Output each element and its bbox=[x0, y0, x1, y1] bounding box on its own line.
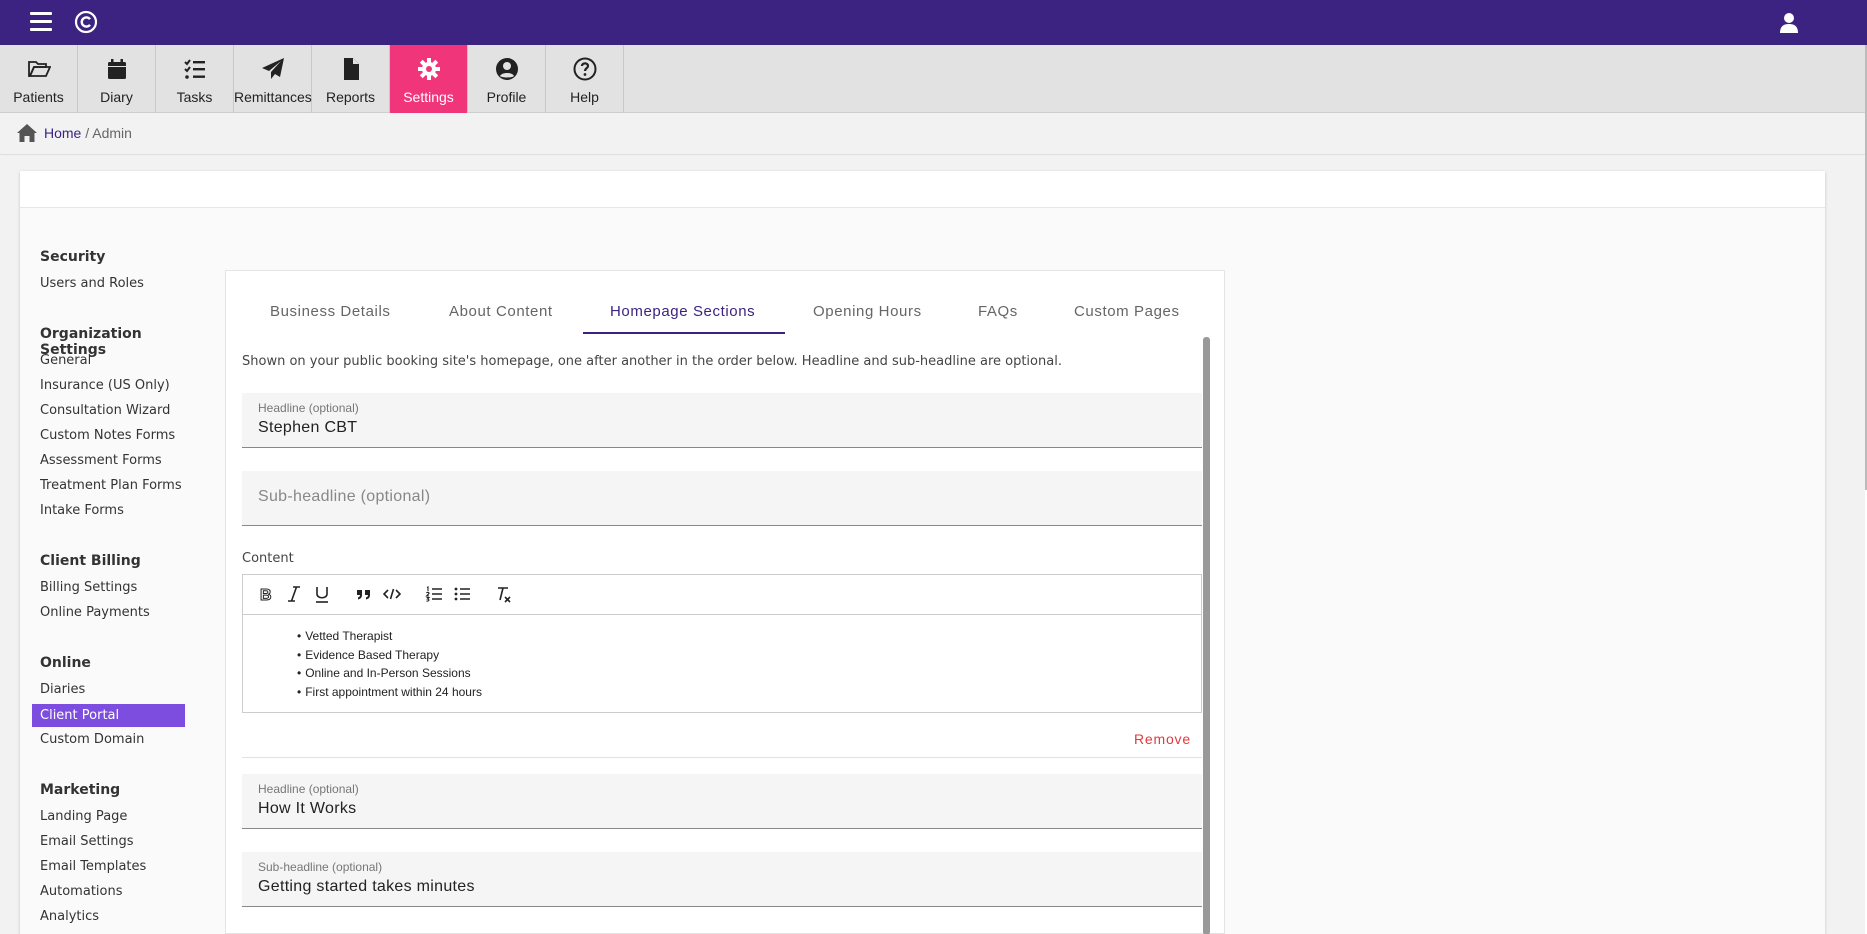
nav-profile[interactable]: Profile bbox=[468, 45, 546, 113]
sidebar-item-intake-forms[interactable]: Intake Forms bbox=[40, 503, 124, 518]
subheadline-field[interactable]: Sub-headline (optional) bbox=[242, 471, 1202, 526]
nav-label: Help bbox=[570, 89, 599, 105]
sidebar-item-online-payments[interactable]: Online Payments bbox=[40, 605, 150, 620]
card-header bbox=[20, 171, 1825, 208]
nav-settings[interactable]: Settings bbox=[390, 45, 468, 113]
active-tab-indicator bbox=[583, 332, 785, 334]
breadcrumb-bar: Home / Admin bbox=[0, 113, 1865, 155]
nav-remittances[interactable]: Remittances bbox=[234, 45, 312, 113]
sidebar-heading-client-billing: Client Billing bbox=[40, 553, 141, 569]
list-item: Online and In-Person Sessions bbox=[297, 666, 482, 685]
bold-icon[interactable]: B bbox=[257, 585, 275, 604]
headline-label: Headline (optional) bbox=[258, 401, 359, 415]
rich-text-editor[interactable]: Vetted Therapist Evidence Based Therapy … bbox=[242, 615, 1202, 713]
folder-open-icon bbox=[28, 61, 51, 77]
remove-section-button[interactable]: Remove bbox=[1134, 731, 1191, 747]
ordered-list-icon[interactable] bbox=[425, 585, 443, 603]
headline-label: Headline (optional) bbox=[258, 782, 359, 796]
paper-plane-icon bbox=[262, 58, 284, 79]
sidebar-heading-marketing: Marketing bbox=[40, 782, 121, 798]
sidebar-item-treatment-plan-forms[interactable]: Treatment Plan Forms bbox=[40, 478, 182, 493]
nav-patients[interactable]: Patients bbox=[0, 45, 78, 113]
bullet-list-icon[interactable] bbox=[453, 585, 471, 603]
sidebar-item-billing-settings[interactable]: Billing Settings bbox=[40, 580, 137, 595]
sidebar-item-assessment-forms[interactable]: Assessment Forms bbox=[40, 453, 162, 468]
section-description: Shown on your public booking site's home… bbox=[242, 354, 1062, 369]
underline-icon[interactable] bbox=[313, 585, 331, 603]
subheadline-value[interactable]: Getting started takes minutes bbox=[258, 878, 475, 896]
nav-help[interactable]: Help bbox=[546, 45, 624, 113]
nav-label: Profile bbox=[486, 89, 527, 105]
app-logo-icon[interactable] bbox=[74, 10, 98, 34]
nav-tasks[interactable]: Tasks bbox=[156, 45, 234, 113]
sidebar-item-users-and-roles[interactable]: Users and Roles bbox=[40, 276, 144, 291]
subheadline-field-2[interactable]: Sub-headline (optional) Getting started … bbox=[242, 852, 1202, 907]
sidebar-item-client-portal[interactable]: Client Portal bbox=[32, 704, 185, 727]
breadcrumb: Home / Admin bbox=[44, 125, 132, 141]
gear-icon bbox=[418, 58, 440, 80]
code-icon[interactable] bbox=[383, 585, 401, 603]
file-icon bbox=[344, 58, 359, 80]
nav-label: Patients bbox=[13, 89, 64, 105]
breadcrumb-separator: / bbox=[85, 125, 90, 141]
nav-diary[interactable]: Diary bbox=[78, 45, 156, 113]
sidebar-item-custom-domain[interactable]: Custom Domain bbox=[40, 732, 144, 747]
client-portal-panel: Business Details About Content Homepage … bbox=[225, 270, 1225, 934]
tab-about-content[interactable]: About Content bbox=[449, 303, 553, 320]
nav-reports[interactable]: Reports bbox=[312, 45, 390, 113]
sidebar-item-general[interactable]: General bbox=[40, 353, 91, 368]
headline-field-2[interactable]: Headline (optional) How It Works bbox=[242, 774, 1202, 829]
italic-icon[interactable] bbox=[285, 585, 303, 603]
nav-label: Diary bbox=[100, 89, 133, 105]
top-bar bbox=[0, 0, 1867, 45]
headline-value[interactable]: How It Works bbox=[258, 800, 356, 818]
tab-faqs[interactable]: FAQs bbox=[978, 303, 1018, 320]
sidebar-item-custom-notes-forms[interactable]: Custom Notes Forms bbox=[40, 428, 175, 443]
tab-business-details[interactable]: Business Details bbox=[270, 303, 390, 320]
breadcrumb-home-link[interactable]: Home bbox=[44, 125, 81, 141]
clear-format-icon[interactable] bbox=[495, 585, 513, 603]
nav-label: Remittances bbox=[234, 89, 312, 105]
rich-text-toolbar: B bbox=[242, 574, 1202, 615]
content-label: Content bbox=[242, 551, 294, 566]
sidebar-heading-security: Security bbox=[40, 249, 106, 265]
blockquote-icon[interactable] bbox=[355, 585, 373, 603]
sidebar-item-insurance[interactable]: Insurance (US Only) bbox=[40, 378, 170, 393]
sidebar-item-landing-page[interactable]: Landing Page bbox=[40, 809, 127, 824]
sidebar-item-email-templates[interactable]: Email Templates bbox=[40, 859, 146, 874]
tasks-icon bbox=[184, 59, 205, 79]
subheadline-label: Sub-headline (optional) bbox=[258, 860, 383, 874]
hamburger-menu-icon[interactable] bbox=[30, 12, 52, 32]
user-circle-icon bbox=[496, 58, 518, 80]
panel-scrollbar[interactable] bbox=[1203, 337, 1210, 934]
tab-opening-hours[interactable]: Opening Hours bbox=[813, 303, 922, 320]
sidebar-item-diaries[interactable]: Diaries bbox=[40, 682, 85, 697]
user-account-icon[interactable] bbox=[1779, 12, 1799, 34]
headline-field[interactable]: Headline (optional) Stephen CBT bbox=[242, 393, 1202, 448]
section-divider bbox=[242, 757, 1202, 758]
list-item: Vetted Therapist bbox=[297, 629, 482, 648]
question-circle-icon bbox=[573, 57, 597, 81]
sidebar-item-analytics[interactable]: Analytics bbox=[40, 909, 99, 924]
breadcrumb-current: Admin bbox=[92, 125, 132, 141]
list-item: Evidence Based Therapy bbox=[297, 648, 482, 667]
content-list: Vetted Therapist Evidence Based Therapy … bbox=[297, 629, 482, 703]
list-item: First appointment within 24 hours bbox=[297, 685, 482, 704]
calendar-icon bbox=[108, 59, 126, 79]
subheadline-placeholder[interactable]: Sub-headline (optional) bbox=[258, 488, 430, 506]
tab-homepage-sections[interactable]: Homepage Sections bbox=[610, 303, 755, 320]
sidebar-item-automations[interactable]: Automations bbox=[40, 884, 123, 899]
tab-custom-pages[interactable]: Custom Pages bbox=[1074, 303, 1180, 320]
sidebar-item-consultation-wizard[interactable]: Consultation Wizard bbox=[40, 403, 170, 418]
home-icon[interactable] bbox=[16, 123, 38, 143]
nav-label: Reports bbox=[325, 89, 376, 105]
svg-text:B: B bbox=[260, 587, 272, 603]
nav-label: Settings bbox=[403, 89, 454, 105]
headline-value[interactable]: Stephen CBT bbox=[258, 419, 357, 437]
nav-label: Tasks bbox=[176, 89, 213, 105]
main-navigation: Patients Diary Tasks Remittances Reports… bbox=[0, 45, 1865, 113]
sidebar-item-email-settings[interactable]: Email Settings bbox=[40, 834, 134, 849]
sidebar-heading-online: Online bbox=[40, 655, 91, 671]
